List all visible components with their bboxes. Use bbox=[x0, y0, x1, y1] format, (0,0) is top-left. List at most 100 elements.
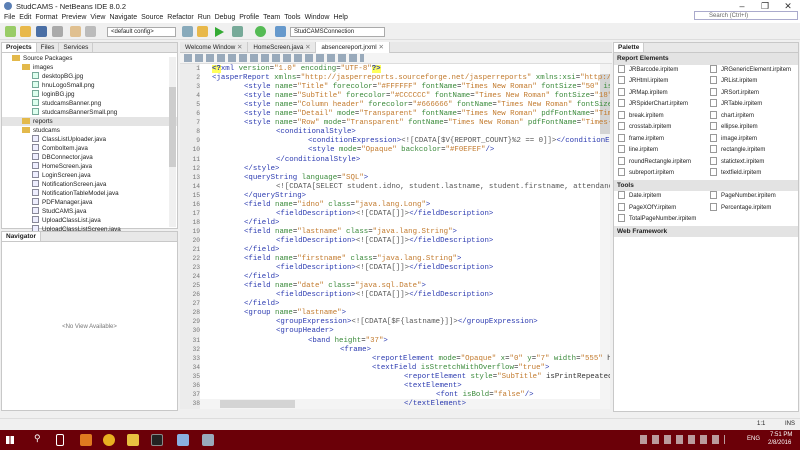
tree-item[interactable]: NotificationTableModel.java bbox=[2, 189, 177, 198]
palette-item[interactable]: PageXOfY.irpitem bbox=[614, 202, 706, 215]
category-tools[interactable]: Tools bbox=[614, 179, 798, 191]
database-icon[interactable] bbox=[275, 26, 286, 37]
netbeans-taskbar-icon[interactable] bbox=[177, 434, 189, 446]
code-editor[interactable]: 1 <?xml version="1.0" encoding="UTF-8"?> 2… bbox=[180, 64, 610, 409]
menu-help[interactable]: Help bbox=[333, 14, 347, 21]
clean-build-icon[interactable] bbox=[197, 26, 208, 37]
tray-icons[interactable] bbox=[640, 435, 725, 444]
editor-toolbar-icons[interactable] bbox=[184, 54, 364, 62]
editor-tab[interactable]: absencereport.jrxml ✕ bbox=[316, 42, 390, 53]
redo-icon[interactable] bbox=[85, 26, 96, 37]
close-tab-icon[interactable]: ✕ bbox=[377, 44, 383, 51]
palette-item[interactable]: JRSpiderChart.irpitem bbox=[614, 99, 706, 111]
tree-item[interactable]: ClassListUploader.java bbox=[2, 135, 177, 144]
palette-item[interactable]: JRHtml.irpitem bbox=[614, 76, 706, 88]
clock-date[interactable]: 2/8/2016 bbox=[768, 440, 791, 446]
menu-preview[interactable]: Preview bbox=[62, 14, 87, 21]
menu-window[interactable]: Window bbox=[305, 14, 330, 21]
editor-tab[interactable]: HomeScreen.java ✕ bbox=[248, 42, 317, 53]
menu-debug[interactable]: Debug bbox=[215, 14, 236, 21]
tree-item[interactable]: UploadClassList.java bbox=[2, 216, 177, 225]
file-explorer-icon[interactable] bbox=[127, 434, 139, 446]
language-indicator[interactable]: ENG bbox=[747, 436, 760, 442]
editor-tab[interactable]: Welcome Window ✕ bbox=[180, 42, 249, 53]
menu-edit[interactable]: Edit bbox=[19, 14, 31, 21]
palette-item[interactable]: subreport.irpitem bbox=[614, 168, 706, 180]
menu-file[interactable]: File bbox=[4, 14, 15, 21]
palette-item[interactable]: roundRectangle.irpitem bbox=[614, 156, 706, 169]
config-select[interactable]: <default config> bbox=[107, 27, 176, 37]
search-icon[interactable]: ⚲ bbox=[34, 433, 41, 444]
menu-profile[interactable]: Profile bbox=[239, 14, 259, 21]
navigator-tab[interactable]: Navigator bbox=[2, 232, 41, 241]
tree-item[interactable]: LoginScreen.java bbox=[2, 171, 177, 180]
save-all-icon[interactable] bbox=[52, 26, 63, 37]
menu-run[interactable]: Run bbox=[198, 14, 211, 21]
palette-item[interactable]: JRBarcode.irpitem bbox=[614, 64, 706, 77]
palette-item[interactable]: JRMap.irpitem bbox=[614, 87, 706, 100]
palette-item[interactable]: image.irpitem bbox=[706, 133, 798, 146]
tree-item[interactable]: PDFManager.java bbox=[2, 198, 177, 207]
palette-item[interactable]: crosstab.irpitem bbox=[614, 122, 706, 134]
tree-item[interactable]: reports bbox=[2, 117, 177, 126]
palette-item[interactable]: Date.irpitem bbox=[614, 191, 706, 203]
menu-refactor[interactable]: Refactor bbox=[167, 14, 193, 21]
close-tab-icon[interactable]: ✕ bbox=[235, 44, 242, 51]
tab-services[interactable]: Services bbox=[59, 43, 94, 52]
menu-source[interactable]: Source bbox=[141, 14, 163, 21]
palette-tab[interactable]: Palette bbox=[614, 43, 645, 52]
tree-item[interactable]: studcamsBannerSmall.png bbox=[2, 108, 177, 117]
palette-item[interactable]: break.irpitem bbox=[614, 110, 706, 123]
connection-select[interactable]: StudCAMSConnection bbox=[290, 27, 385, 37]
app-icon[interactable] bbox=[80, 434, 92, 446]
menu-view[interactable]: View bbox=[90, 14, 105, 21]
search-input[interactable]: Search (Ctrl+I) bbox=[694, 11, 798, 20]
minimize-button[interactable]: – bbox=[732, 1, 752, 11]
palette-item[interactable]: JRGenericElement.irpitem bbox=[706, 64, 798, 77]
palette-item[interactable]: JRSort.irpitem bbox=[706, 87, 798, 100]
tab-files[interactable]: Files bbox=[37, 43, 60, 52]
profile-icon[interactable] bbox=[255, 26, 266, 37]
tree-item[interactable]: HomeScreen.java bbox=[2, 162, 177, 171]
close-tab-icon[interactable]: ✕ bbox=[303, 44, 310, 51]
build-icon[interactable] bbox=[182, 26, 193, 37]
menu-navigate[interactable]: Navigate bbox=[109, 14, 137, 21]
tree-item[interactable]: loginBG.jpg bbox=[2, 90, 177, 99]
open-project-icon[interactable] bbox=[36, 26, 47, 37]
run-icon[interactable] bbox=[215, 27, 224, 37]
palette-item[interactable]: line.irpitem bbox=[614, 145, 706, 157]
undo-icon[interactable] bbox=[70, 26, 81, 37]
tree-item[interactable]: images bbox=[2, 63, 177, 72]
chrome-icon[interactable] bbox=[103, 434, 115, 446]
palette-item[interactable]: Percentage.irpitem bbox=[706, 202, 798, 215]
palette-item[interactable]: statictext.irpitem bbox=[706, 156, 798, 169]
palette-item[interactable]: chart.irpitem bbox=[706, 110, 798, 123]
tree-item[interactable]: NotificationScreen.java bbox=[2, 180, 177, 189]
task-view-icon[interactable] bbox=[56, 434, 64, 446]
debug-icon[interactable] bbox=[232, 26, 243, 37]
new-file-icon[interactable] bbox=[5, 26, 16, 37]
category-report-elements[interactable]: Report Elements bbox=[614, 53, 798, 65]
palette-item[interactable]: ellipse.irpitem bbox=[706, 122, 798, 134]
tree-item[interactable]: desktopBG.jpg bbox=[2, 72, 177, 81]
tree-item[interactable]: ComboItem.java bbox=[2, 144, 177, 153]
tree-item[interactable]: StudCAMS.java bbox=[2, 207, 177, 216]
palette-item[interactable]: rectangle.irpitem bbox=[706, 145, 798, 157]
tree-item[interactable]: studcamsBanner.png bbox=[2, 99, 177, 108]
palette-item[interactable]: JRTable.irpitem bbox=[706, 99, 798, 111]
palette-item[interactable]: textfield.irpitem bbox=[706, 168, 798, 180]
new-project-icon[interactable] bbox=[20, 26, 31, 37]
horizontal-scrollbar[interactable] bbox=[200, 399, 600, 409]
palette-item[interactable]: JRList.irpitem bbox=[706, 76, 798, 88]
tree-item[interactable]: DBConnector.java bbox=[2, 153, 177, 162]
tree-item[interactable]: Source Packages bbox=[2, 54, 177, 63]
tree-item[interactable]: hnuLogoSmall.png bbox=[2, 81, 177, 90]
category-web-framework[interactable]: Web Framework bbox=[614, 225, 798, 237]
start-button[interactable] bbox=[6, 436, 14, 444]
tree-item[interactable]: studcams bbox=[2, 126, 177, 135]
palette-item[interactable]: TotalPageNumber.irpitem bbox=[614, 214, 706, 226]
palette-item[interactable]: frame.irpitem bbox=[614, 133, 706, 146]
tab-projects[interactable]: Projects bbox=[2, 43, 37, 52]
clock-time[interactable]: 7:51 PM bbox=[770, 432, 792, 438]
menu-tools[interactable]: Tools bbox=[284, 14, 300, 21]
